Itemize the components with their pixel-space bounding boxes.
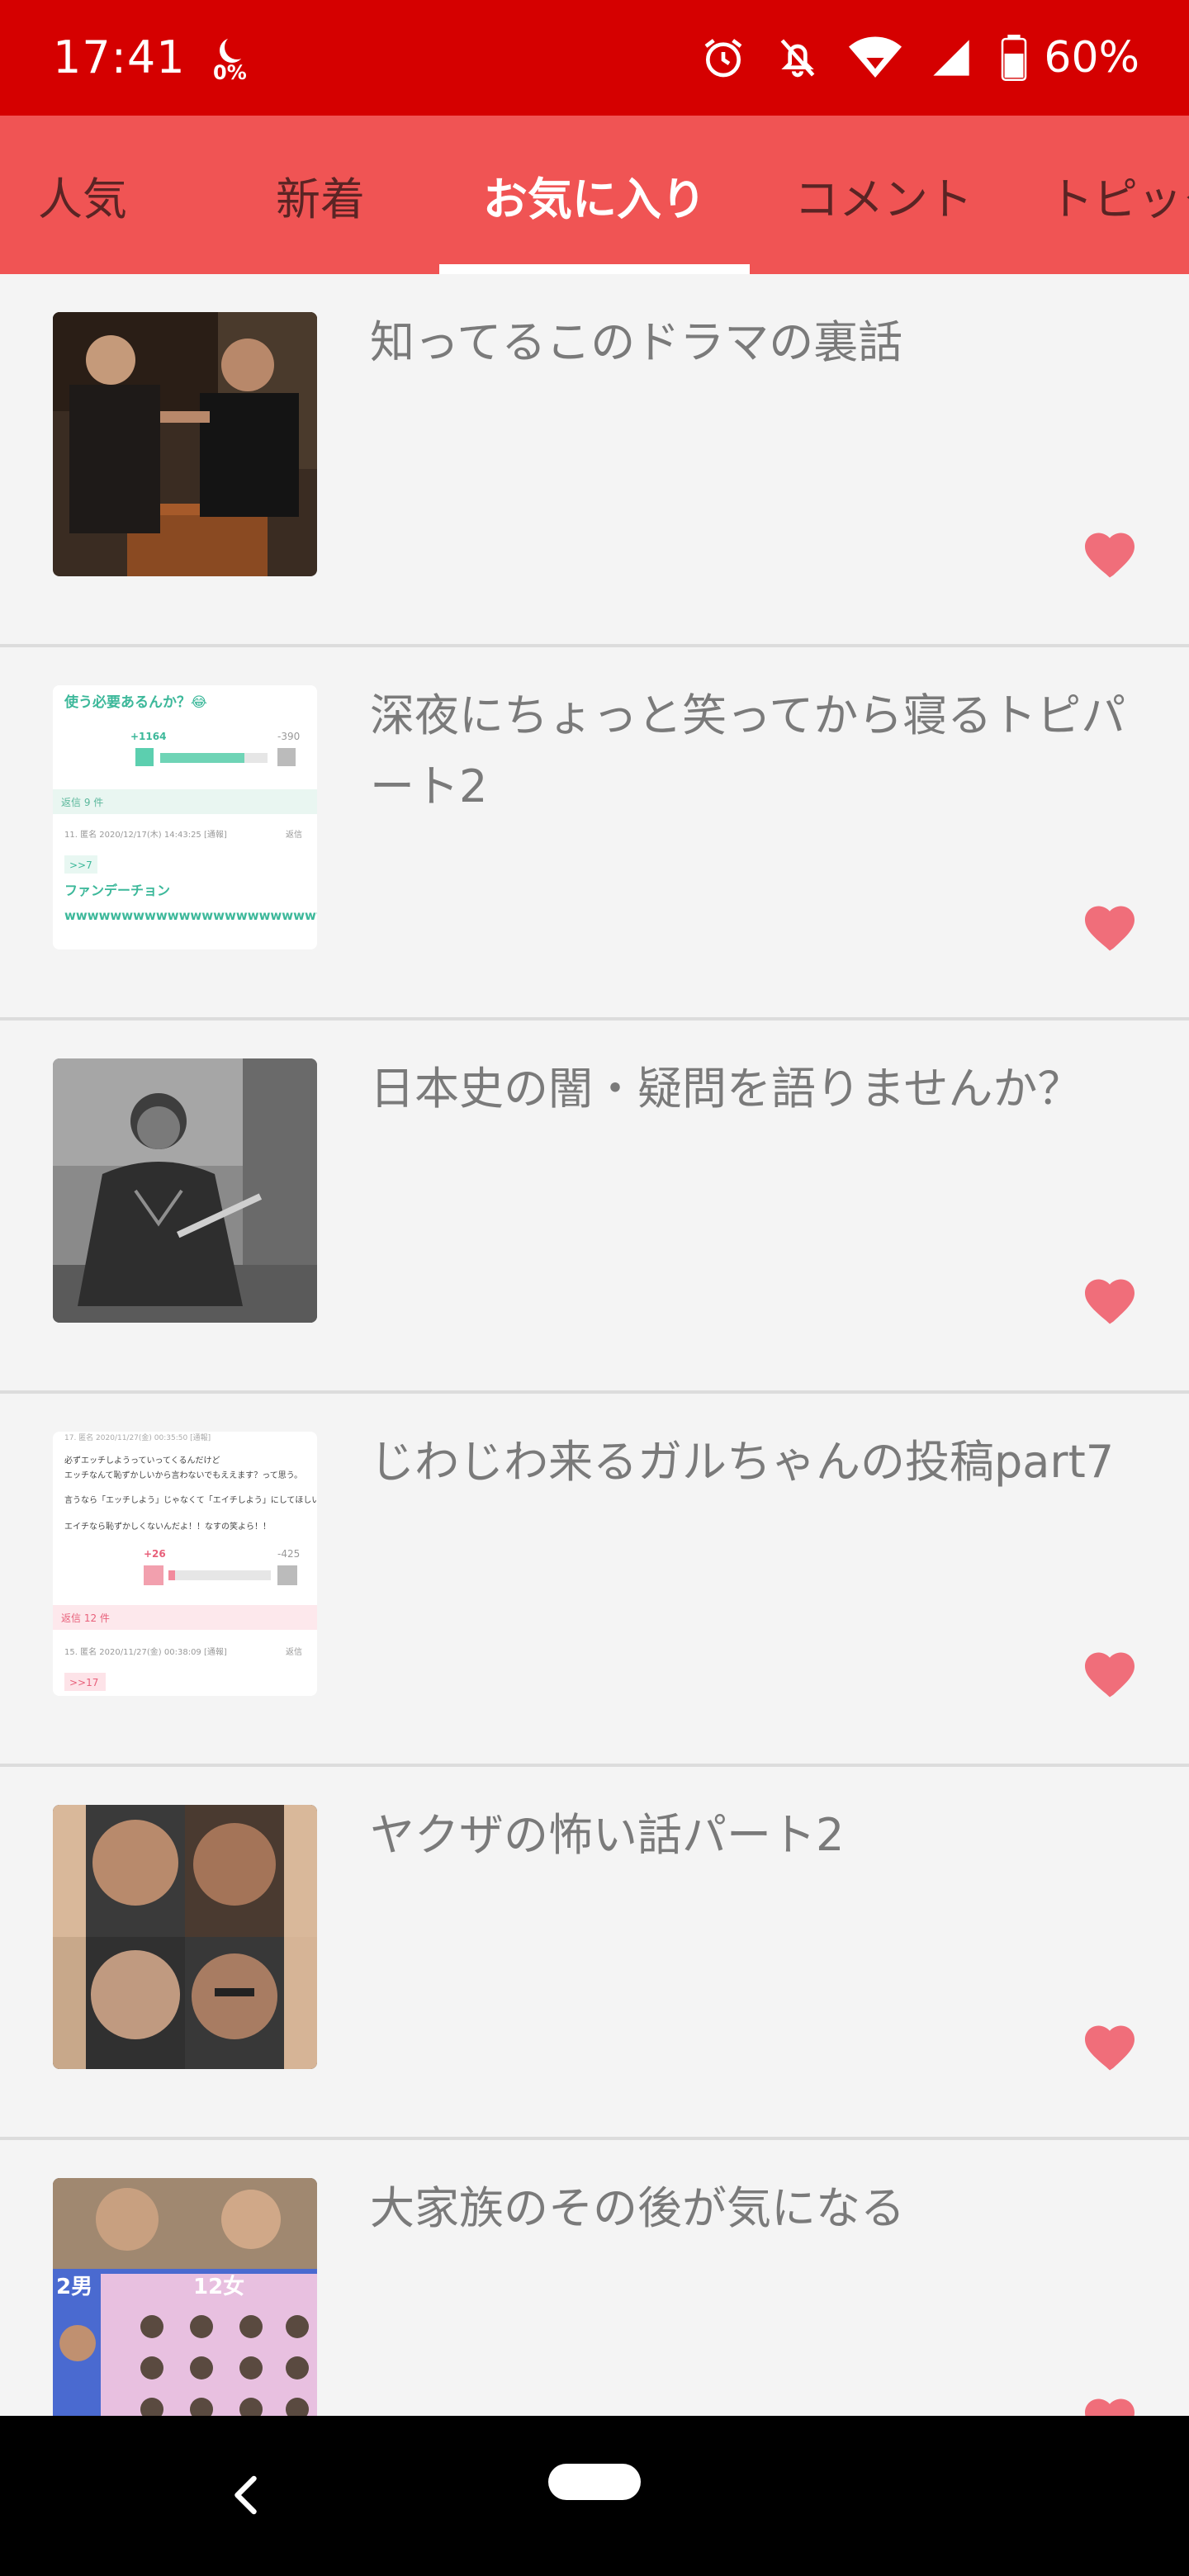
thumb-anchor: >>7 xyxy=(69,859,92,871)
topic-title: じわじわ来るガルちゃんの投稿part7 xyxy=(370,1436,1115,1488)
topic-thumbnail: 17. 匿名 2020/11/27(金) 00:35:50 [通報] 必ずエッチ… xyxy=(53,1432,317,1696)
heart-icon[interactable] xyxy=(1080,1271,1139,1324)
thumb-plus: +1164 xyxy=(130,731,166,742)
thumb-label: 12女 xyxy=(193,2274,244,2299)
home-pill-button[interactable] xyxy=(548,2464,641,2500)
thumb-minus: -390 xyxy=(277,731,300,742)
thumb-replies: 返信 12 件 xyxy=(61,1612,110,1624)
topic-title: 知ってるこのドラマの裏話 xyxy=(370,316,903,368)
tab-topics[interactable]: トピック xyxy=(1049,116,1189,274)
active-tab-indicator xyxy=(439,264,750,274)
alarm-icon xyxy=(700,35,746,81)
status-time: 17:41 xyxy=(53,31,186,83)
list-item[interactable]: 2男 12女 大家族のその後が気になる xyxy=(0,2140,1189,2416)
heart-icon[interactable] xyxy=(1080,898,1139,951)
topic-title: ヤクザの怖い話パート2 xyxy=(370,1809,845,1861)
topic-title: 日本史の闇・疑問を語りませんか？ xyxy=(370,1063,1082,1115)
thumb-replies: 返信 9 件 xyxy=(61,797,103,808)
heart-icon[interactable] xyxy=(1080,1645,1139,1698)
tab-favorites[interactable]: お気に入り xyxy=(439,116,750,274)
status-icons: 60% xyxy=(700,28,1139,88)
thumb-line: エッチなんて恥ずかしいから言わないでもええます？って思う。 xyxy=(64,1470,302,1480)
wifi-icon xyxy=(849,35,902,81)
thumb-body: wwwwwwwwwwwwwwwwwwwwwww xyxy=(64,908,317,923)
moon-icon xyxy=(225,35,249,59)
category-tabs: 人気 新着 お気に入り コメント トピック xyxy=(0,116,1189,274)
tab-new[interactable]: 新着 xyxy=(223,116,418,274)
topic-thumbnail xyxy=(53,1058,317,1323)
heart-icon[interactable] xyxy=(1080,525,1139,578)
thumb-plus: +26 xyxy=(144,1548,166,1560)
tab-popular[interactable]: 人気 xyxy=(0,116,165,274)
thumb-reply-label: 返信 xyxy=(286,830,302,840)
thumb-anchor: >>17 xyxy=(69,1677,98,1688)
battery-icon xyxy=(1001,35,1027,81)
status-bar: 17:41 0% 60% xyxy=(0,0,1189,116)
thumb-line: エイチなら恥ずかしくないんだよ！！なすの笑よら！！ xyxy=(64,1521,271,1532)
list-item[interactable]: 日本史の闇・疑問を語りませんか？ xyxy=(0,1020,1189,1394)
back-chevron-icon[interactable] xyxy=(223,2470,272,2520)
system-navigation-bar xyxy=(0,2416,1189,2576)
signal-icon xyxy=(930,36,973,79)
topic-title: 大家族のその後が気になる xyxy=(370,2182,905,2234)
list-item[interactable]: 使う必要あるんか？😂 +1164 -390 返信 9 件 11. 匿名 2020… xyxy=(0,647,1189,1020)
list-item[interactable]: 17. 匿名 2020/11/27(金) 00:35:50 [通報] 必ずエッチ… xyxy=(0,1394,1189,1767)
topic-thumbnail: 使う必要あるんか？😂 +1164 -390 返信 9 件 11. 匿名 2020… xyxy=(53,685,317,949)
thumb-reply-label: 返信 xyxy=(286,1647,302,1657)
favorites-list: 知ってるこのドラマの裏話 使う必要あるんか？😂 +1164 -390 返信 9 … xyxy=(0,274,1189,2416)
data-usage-label: 0% xyxy=(213,61,247,84)
thumb-text-top: 使う必要あるんか？😂 xyxy=(64,694,207,711)
thumb-minus: -425 xyxy=(277,1548,300,1560)
battery-percentage: 60% xyxy=(1044,33,1139,83)
thumb-meta: 11. 匿名 2020/12/17(木) 14:43:25 [通報] xyxy=(64,829,227,840)
list-item[interactable]: ヤクザの怖い話パート2 xyxy=(0,1767,1189,2140)
thumb-meta: 15. 匿名 2020/11/27(金) 00:38:09 [通報] xyxy=(64,1646,227,1657)
data-saver-indicator: 0% xyxy=(213,35,249,88)
topic-thumbnail xyxy=(53,312,317,576)
thumb-meta-top: 17. 匿名 2020/11/27(金) 00:35:50 [通報] xyxy=(64,1432,211,1442)
topic-title: 深夜にちょっと笑ってから寝るトピパート2 xyxy=(370,689,1126,812)
topic-thumbnail xyxy=(53,1805,317,2069)
heart-icon[interactable] xyxy=(1080,2018,1139,2071)
topic-thumbnail: 2男 12女 xyxy=(53,2178,317,2416)
thumb-heading: ファンデーチョン xyxy=(64,883,170,898)
tab-comments[interactable]: コメント xyxy=(768,116,999,274)
list-item[interactable]: 知ってるこのドラマの裏話 xyxy=(0,274,1189,647)
thumb-line: 必ずエッチしようっていってくるんだけど xyxy=(64,1455,220,1466)
notifications-off-icon xyxy=(775,35,821,81)
thumb-line: 言うなら「エッチしよう」じゃなくて「エイチしよう」にしてほしい。 xyxy=(64,1494,317,1505)
thumb-label: 2男 xyxy=(56,2275,92,2299)
heart-icon[interactable] xyxy=(1080,2391,1139,2416)
